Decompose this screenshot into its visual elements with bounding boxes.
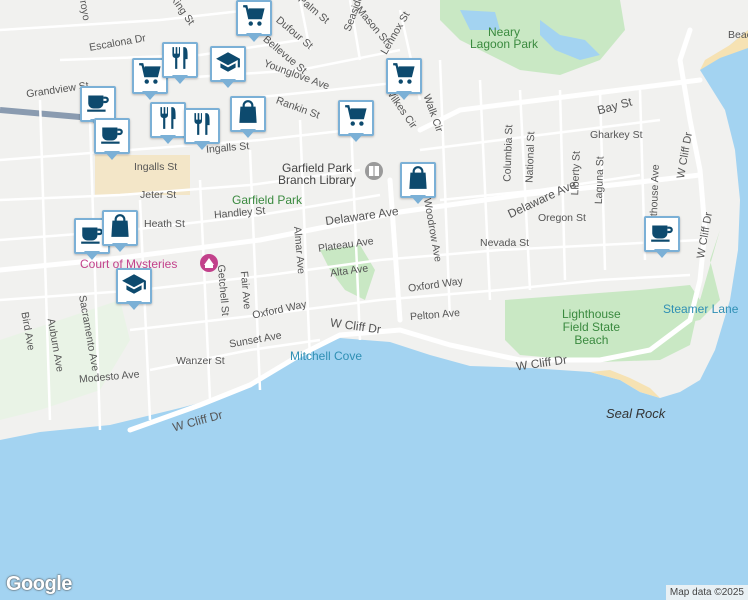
- shopping-cart-icon: [241, 3, 267, 34]
- school-icon: [121, 271, 147, 302]
- shopping-cart-icon: [137, 61, 163, 92]
- shopping-bag-icon: [405, 165, 431, 196]
- street-label: Jeter St: [140, 189, 177, 201]
- street-label: Oregon St: [538, 212, 586, 224]
- map-marker-shopping-bag[interactable]: [230, 96, 266, 140]
- map-marker-shopping-cart[interactable]: [236, 0, 272, 44]
- school-icon: [215, 49, 241, 80]
- street-label: Nevada St: [480, 237, 530, 249]
- street-label: Ingalls St: [134, 161, 178, 173]
- street-label: Wanzer St: [176, 355, 225, 367]
- coffee-icon: [85, 89, 111, 120]
- map-marker-coffee[interactable]: [644, 216, 680, 260]
- coffee-icon: [99, 121, 125, 152]
- garfield-park-label: Garfield Park: [232, 193, 303, 207]
- neary-lagoon-label: Neary Lagoon Park: [470, 25, 539, 51]
- map-marker-restaurant[interactable]: [162, 42, 198, 86]
- street-label: National St: [523, 131, 538, 184]
- restaurant-icon: [167, 45, 193, 76]
- map-marker-shopping-bag[interactable]: [102, 210, 138, 254]
- street-label: Beach: [728, 29, 748, 41]
- map-marker-shopping-cart[interactable]: [338, 100, 374, 144]
- steamer-lane-label: Steamer Lane: [663, 302, 739, 316]
- mitchell-cove-label: Mitchell Cove: [290, 349, 363, 363]
- seal-rock-label: Seal Rock: [606, 406, 666, 421]
- street-label: Laguna St: [592, 156, 607, 205]
- map-marker-school[interactable]: [116, 268, 152, 312]
- coffee-icon: [649, 219, 675, 250]
- map-marker-shopping-bag[interactable]: [400, 162, 436, 206]
- shopping-cart-icon: [391, 61, 417, 92]
- map-marker-school[interactable]: [210, 46, 246, 90]
- street-label: Fair Ave: [237, 270, 254, 310]
- map-marker-restaurant[interactable]: [150, 102, 186, 146]
- library-label: Garfield Park Branch Library: [278, 161, 357, 187]
- map-marker-coffee[interactable]: [94, 118, 130, 162]
- street-label: Heath St: [144, 218, 185, 230]
- restaurant-icon: [155, 105, 181, 136]
- map-marker-restaurant[interactable]: [184, 108, 220, 152]
- google-logo: Google: [6, 573, 72, 595]
- map-attribution[interactable]: Map data ©2025: [665, 585, 748, 600]
- shopping-cart-icon: [343, 103, 369, 134]
- street-label: Gharkey St: [590, 129, 643, 141]
- shopping-bag-icon: [235, 99, 261, 130]
- street-label: Columbia St: [501, 124, 516, 183]
- lighthouse-beach-label: Lighthouse Field State Beach: [562, 307, 621, 348]
- map-marker-shopping-cart[interactable]: [386, 58, 422, 102]
- shopping-bag-icon: [107, 213, 133, 244]
- restaurant-icon: [189, 111, 215, 142]
